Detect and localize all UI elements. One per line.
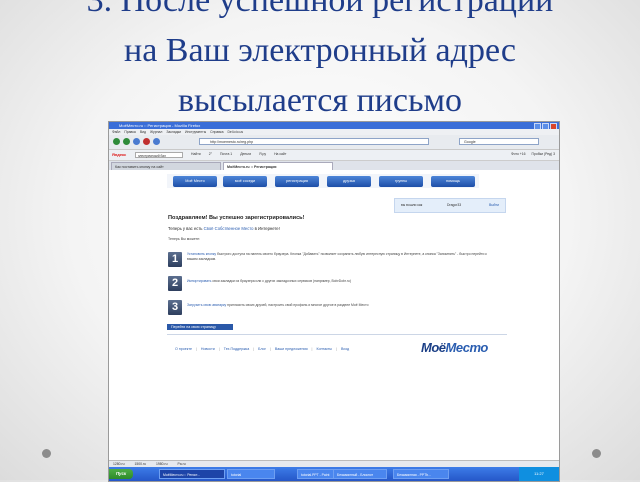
task-notepad[interactable]: Безымянный - Блокнот	[333, 469, 387, 479]
congrats-heading: Поздравляем! Вы успешно зарегистрировали…	[168, 215, 305, 221]
forward-icon[interactable]	[123, 138, 130, 145]
footer-divider	[167, 334, 507, 335]
stop-icon[interactable]	[143, 138, 150, 145]
search-input[interactable]: Google	[459, 138, 539, 145]
footer-about[interactable]: О проекте	[175, 347, 192, 351]
logo-tail: Место	[445, 340, 489, 355]
page-content: Моё Место моё соседи регистрация друзья …	[109, 170, 559, 460]
start-button[interactable]: Пуск	[109, 469, 133, 479]
congrats-subtitle: Теперь у вас есть Своё Собственное Место…	[168, 226, 280, 231]
nav-groups[interactable]: группы	[379, 176, 423, 187]
browser-screenshot: МоёМесто.ru :: Регистрация - Mozilla Fir…	[108, 121, 560, 482]
tab-registration[interactable]: МоёМесто.ru :: Регистрация	[223, 162, 333, 170]
window-title: МоёМесто.ru :: Регистрация - Mozilla Fir…	[119, 123, 201, 128]
navigation-toolbar: http://moemesto.ru/reg.php Google	[109, 135, 559, 150]
slide-title-line-3: высылается письмо	[178, 82, 462, 119]
yandex-toolbar: Яндекс электрический бал Найти 2° Почта …	[109, 150, 559, 161]
yandex-toolbar-items: Найти 2° Почта 1 Деньги Я.ру На сайт	[191, 152, 286, 156]
nav-my-place[interactable]: Моё Место	[173, 176, 217, 187]
yandex-toolbar-right: Фото +16 Пробки (Ред) 3	[511, 152, 555, 156]
step-2-text: Импортировать свои закладки из браузера …	[187, 279, 487, 284]
bullet-right	[592, 449, 601, 458]
tab-button-howto[interactable]: Как поставить кнопку на сайт	[111, 162, 221, 170]
status-bar: 1280.ru 1500.ru 1980.ru Pa.ru	[109, 460, 559, 467]
nav-friends[interactable]: друзья	[327, 176, 371, 187]
back-icon[interactable]	[113, 138, 120, 145]
site-footer: О проекте | Новости | Тех.Поддержка | Блог |…	[175, 347, 350, 351]
site-nav: Моё Место моё соседи регистрация друзья …	[167, 174, 479, 188]
login-username[interactable]: Dragor33	[447, 199, 461, 212]
sub-suffix: в Интернете!	[254, 226, 280, 231]
windows-taskbar: Пуск МоёМесто.ru :: Регист... tutorial t…	[109, 467, 559, 481]
nav-neighbors[interactable]: моё соседи	[223, 176, 267, 187]
step-3-text: Загрузить свою аватарку пригласить своих…	[187, 303, 487, 308]
task-firefox[interactable]: МоёМесто.ru :: Регист...	[159, 469, 225, 479]
money-widget[interactable]: Деньги	[240, 152, 251, 156]
weather-widget[interactable]: 2°	[209, 152, 212, 156]
home-icon[interactable]	[153, 138, 160, 145]
system-clock: 11:27	[519, 467, 559, 481]
yaru-widget[interactable]: Я.ру	[259, 152, 266, 156]
yandex-search-input[interactable]: электрический бал	[135, 152, 183, 158]
address-bar[interactable]: http://moemesto.ru/reg.php	[199, 138, 429, 145]
nav-registration[interactable]: регистрация	[275, 176, 319, 187]
mail-widget[interactable]: Почта 1	[220, 152, 232, 156]
footer-login[interactable]: Вход	[341, 347, 349, 351]
upload-avatar-link[interactable]: Загрузить свою аватарку	[187, 303, 226, 307]
photo-widget[interactable]: Фото +16	[511, 152, 525, 156]
login-prefix: вы вошли как	[401, 203, 423, 207]
go-to-my-page-button[interactable]: Перейти на свою страницу	[167, 324, 233, 330]
footer-support[interactable]: Тех.Поддержка	[224, 347, 249, 351]
yandex-logo[interactable]: Яндекс	[112, 152, 126, 157]
logo-main: Моё	[421, 340, 446, 355]
slide-title-line-2: на Ваш электронный адрес	[124, 32, 516, 69]
sub-prefix: Теперь у вас есть	[168, 226, 203, 231]
footer-news[interactable]: Новости	[201, 347, 215, 351]
bullet-left	[42, 449, 51, 458]
import-link[interactable]: Импортировать	[187, 279, 211, 283]
footer-blog[interactable]: Блог	[258, 347, 266, 351]
step-1-text: Установить кнопку быстрого доступа на па…	[187, 252, 487, 262]
my-place-link[interactable]: Своё Собственное Место	[204, 226, 254, 231]
step-3-desc: пригласить своих друзей, настроить свой …	[227, 303, 369, 307]
slide-title-line-1: 3. После успешной регистрации	[86, 0, 554, 19]
logout-link[interactable]: Выйти	[489, 199, 499, 212]
step-1-badge: 1	[168, 252, 182, 267]
task-tutorial[interactable]: tutorial	[227, 469, 275, 479]
step-2-badge: 2	[168, 276, 182, 291]
traffic-widget[interactable]: Пробки (Ред) 3	[532, 152, 555, 156]
now-you-can: Теперь Вы можете:	[168, 237, 201, 241]
step-3-badge: 3	[168, 300, 182, 315]
install-button-link[interactable]: Установить кнопку	[187, 252, 216, 256]
task-powerpoint[interactable]: Безымянная - PPTb...	[393, 469, 449, 479]
step-2-desc: свои закладки из браузера или с других з…	[212, 279, 351, 283]
moemesto-logo: МоёМесто	[421, 340, 488, 355]
step-1-desc: быстрого доступа на панель своего браузе…	[187, 252, 487, 261]
login-status: вы вошли как Dragor33 Выйти	[394, 198, 506, 213]
to-site-widget[interactable]: На сайт	[274, 152, 286, 156]
footer-suggestions[interactable]: Ваши предложения	[275, 347, 308, 351]
yandex-find-button[interactable]: Найти	[191, 152, 201, 156]
window-titlebar: МоёМесто.ru :: Регистрация - Mozilla Fir…	[109, 122, 559, 130]
reload-icon[interactable]	[133, 138, 140, 145]
nav-help[interactable]: помощь	[431, 176, 475, 187]
footer-contacts[interactable]: Контакты	[316, 347, 332, 351]
